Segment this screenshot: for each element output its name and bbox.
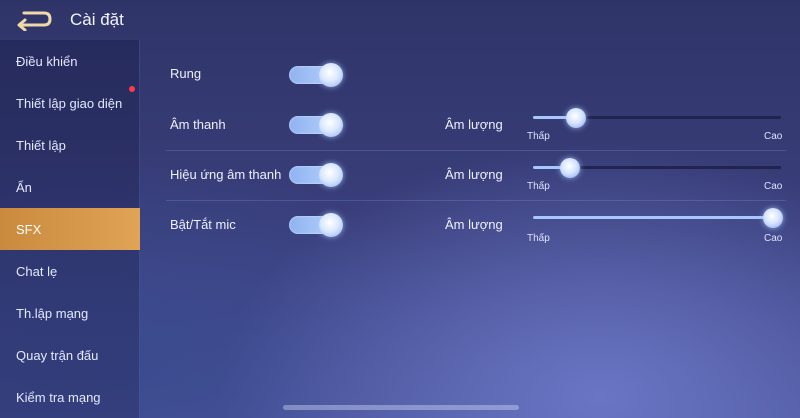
high-label: Cao [764,233,783,244]
slider-fill [533,216,773,219]
low-label: Thấp [527,233,550,244]
low-label: Thấp [527,131,550,142]
vibration-label: Rung [170,66,202,81]
sidebar-item-match-replay[interactable]: Quay trận đấu [0,334,140,376]
sound-toggle[interactable] [289,113,343,137]
sidebar-item-label: Thiết lập giao diện [16,95,123,111]
sidebar-item-quick-chat[interactable]: Chat lẹ [0,250,140,292]
sound-volume-slider[interactable] [533,108,781,128]
sidebar-item-network-settings[interactable]: Th.lập mạng [0,292,140,334]
sidebar-item-label: Th.lập mạng [16,305,89,321]
back-button[interactable] [12,7,56,33]
sidebar-item-hide[interactable]: Ẩn [0,166,140,208]
sidebar-item-label: Quay trận đấu [16,347,99,363]
sidebar-item-label: Thiết lập [16,137,66,153]
sound-volume-label: Âm lượng [445,117,503,132]
toggle-knob [319,163,343,187]
high-label: Cao [764,131,783,142]
sidebar-item-settings[interactable]: Thiết lập [0,124,140,166]
vibration-toggle[interactable] [289,63,343,87]
sound-effects-toggle[interactable] [289,163,343,187]
back-arrow-icon [17,11,52,31]
sound-effects-label: Hiệu ứng âm thanh [170,167,282,182]
low-label: Thấp [527,181,550,192]
toggle-knob [319,113,343,137]
toggle-knob [319,63,343,87]
sound-label: Âm thanh [170,117,226,132]
sidebar-item-label: Ẩn [16,179,32,195]
sidebar-item-label: Chat lẹ [16,263,58,279]
sidebar: Điều khiển Thiết lập giao diện Thiết lập… [0,40,140,418]
notification-dot [129,86,135,92]
home-indicator[interactable] [283,405,519,410]
slider-knob[interactable] [566,108,587,128]
sidebar-item-label: SFX [16,221,42,237]
sidebar-item-sfx[interactable]: SFX [0,208,140,250]
divider [166,150,786,151]
high-label: Cao [764,181,783,192]
sound-effects-volume-slider[interactable] [533,158,781,178]
sidebar-item-controls[interactable]: Điều khiển [0,40,140,82]
slider-knob[interactable] [763,208,783,228]
header: Cài đặt [0,0,800,40]
toggle-knob [319,213,343,237]
mic-volume-slider[interactable] [533,208,783,228]
sidebar-item-label: Điều khiển [16,53,78,69]
sidebar-item-label: Kiểm tra mạng [16,389,101,405]
mic-label: Bật/Tắt mic [170,217,236,232]
divider [166,200,786,201]
sidebar-item-network-test[interactable]: Kiểm tra mạng [0,376,140,418]
sidebar-item-interface[interactable]: Thiết lập giao diện [0,82,140,124]
sound-effects-volume-label: Âm lượng [445,167,503,182]
mic-toggle[interactable] [289,213,343,237]
page-title: Cài đặt [70,10,124,29]
mic-volume-label: Âm lượng [445,217,503,232]
slider-knob[interactable] [559,158,580,178]
